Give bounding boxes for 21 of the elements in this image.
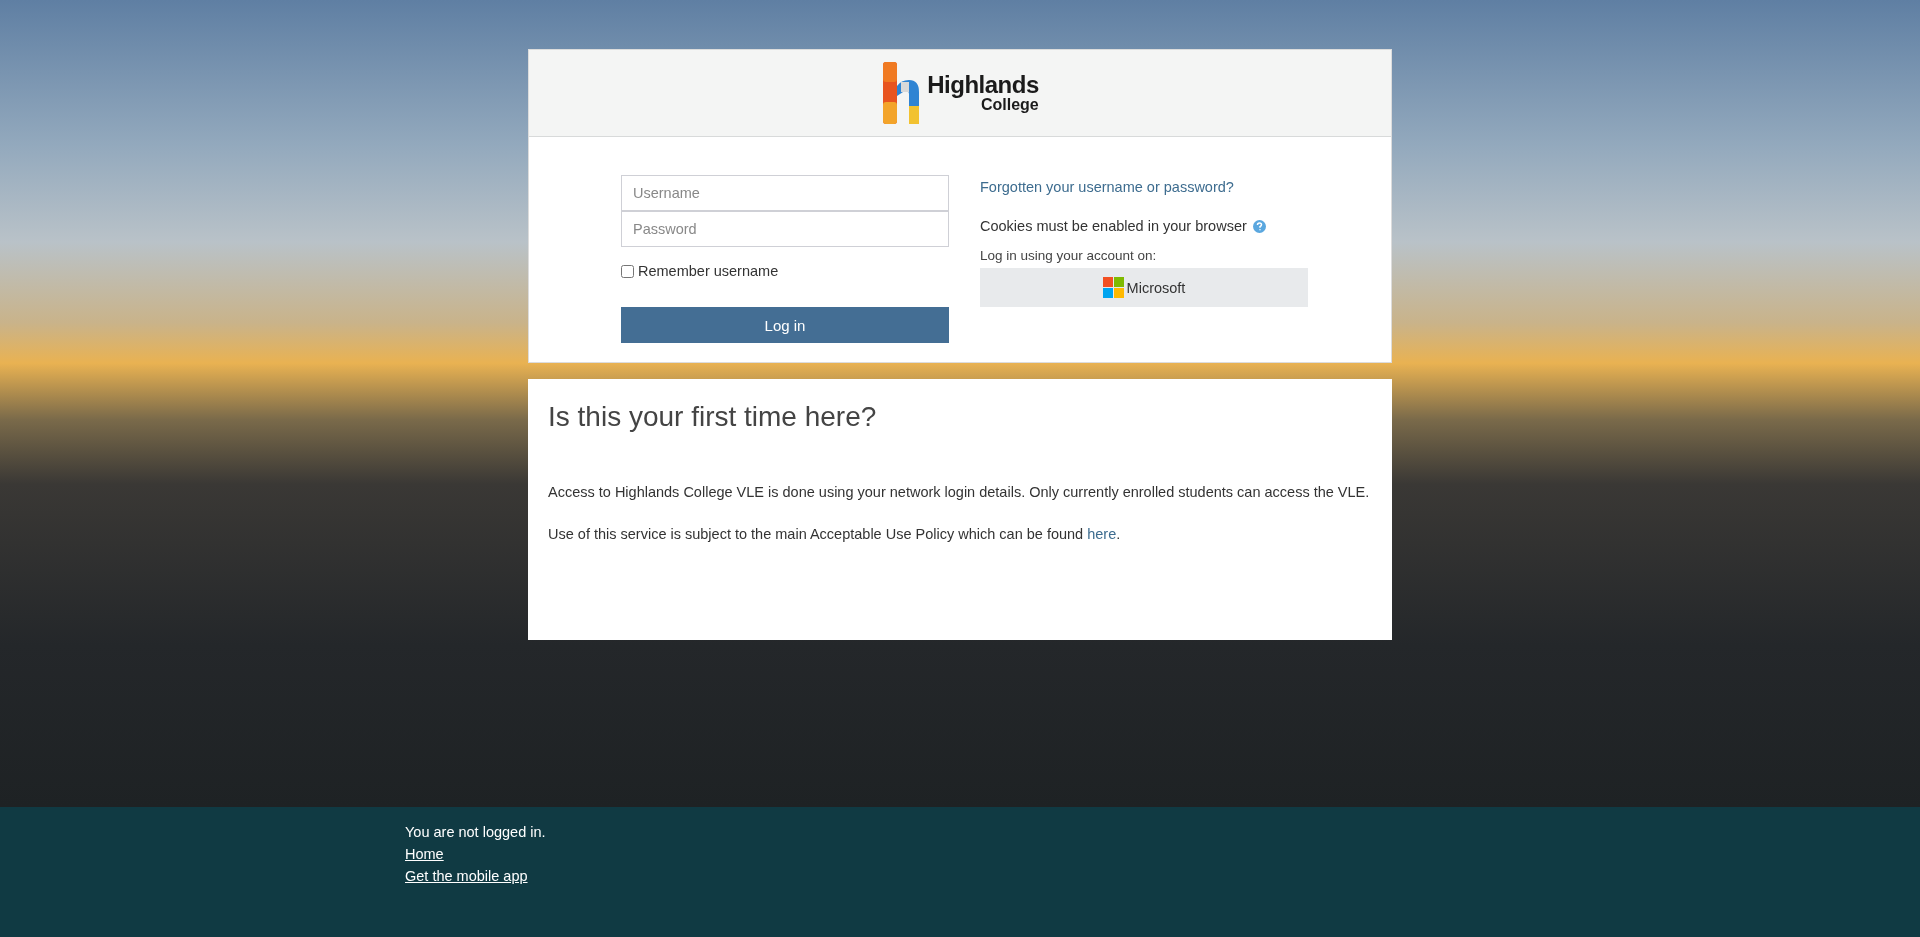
- footer-link[interactable]: Home: [405, 843, 444, 865]
- logo-mark-icon: [881, 62, 922, 124]
- password-field[interactable]: Password: [621, 211, 949, 247]
- section-heading: Is this your first time here?: [548, 400, 877, 434]
- forgot-password-link[interactable]: Forgotten your username or password?: [980, 177, 1234, 197]
- username-field[interactable]: Username: [621, 175, 949, 211]
- login-status: You are not logged in.: [405, 823, 546, 842]
- info-paragraph: Access to Highlands College VLE is done using your network login details. Only currently enrolled students can access the VLE.: [548, 483, 1371, 502]
- footer-link[interactable]: Get the mobile app: [405, 865, 528, 887]
- sso-label: Log in using your account on:: [980, 247, 1158, 265]
- policy-link[interactable]: here: [1087, 526, 1117, 542]
- login-button[interactable]: Log in: [621, 307, 949, 343]
- logo-subtitle: College: [980, 97, 1039, 113]
- microsoft-login-button[interactable]: Microsoft: [980, 268, 1308, 307]
- help-icon[interactable]: [1252, 219, 1266, 233]
- policy-paragraph: Use of this service is subject to the main Acceptable Use Policy which can be found here.: [548, 525, 1122, 544]
- logo-name: Highlands: [927, 73, 1039, 97]
- remember-label: Remember username: [638, 263, 779, 279]
- remember-checkbox[interactable]: [621, 264, 634, 278]
- four-squares-icon: [1102, 277, 1124, 298]
- cookies-notice: Cookies must be enabled in your browser: [980, 217, 1247, 236]
